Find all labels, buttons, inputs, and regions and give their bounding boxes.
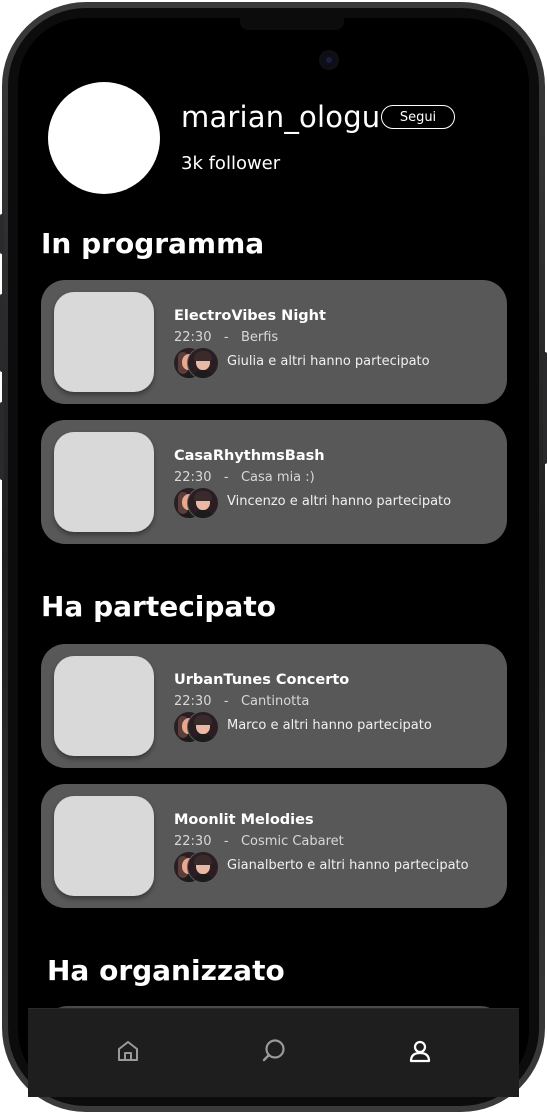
nav-profile-button[interactable] <box>400 1031 440 1071</box>
front-camera <box>321 52 337 68</box>
participant-avatar <box>188 712 218 742</box>
event-venue: Cosmic Cabaret <box>240 834 344 849</box>
event-title: CasaRhythmsBash <box>174 448 325 464</box>
event-card[interactable]: Moonlit Melodies 22:30 - Cosmic Cabaret … <box>41 784 507 908</box>
profile-avatar[interactable] <box>48 82 160 194</box>
event-venue: Cantinotta <box>240 694 310 709</box>
event-title: Moonlit Melodies <box>174 812 314 828</box>
event-card[interactable]: CasaRhythmsBash 22:30 - Casa mia :) Vinc… <box>41 420 507 544</box>
power-button <box>543 352 547 464</box>
participant-avatars <box>174 712 218 742</box>
event-time: 22:30 <box>174 694 212 709</box>
event-meta: 22:30 - Cosmic Cabaret <box>174 834 344 849</box>
event-venue: Berfis <box>240 330 279 345</box>
meta-separator: - <box>223 330 229 345</box>
event-thumbnail <box>54 432 154 532</box>
participant-avatars <box>174 488 218 518</box>
bottom-nav <box>28 1008 519 1097</box>
search-icon <box>262 1039 285 1062</box>
participant-avatar <box>188 488 218 518</box>
profile-icon <box>409 1040 431 1063</box>
event-card[interactable]: ElectroVibes Night 22:30 - Berfis Giulia… <box>41 280 507 404</box>
home-icon <box>118 1041 138 1061</box>
section-title-upcoming: In programma <box>41 227 265 260</box>
event-thumbnail <box>54 292 154 392</box>
participant-avatars <box>174 348 218 378</box>
event-thumbnail <box>54 796 154 896</box>
event-time: 22:30 <box>174 834 212 849</box>
event-participants: Marco e altri hanno partecipato <box>227 718 432 733</box>
meta-separator: - <box>223 470 229 485</box>
section-title-organized: Ha organizzato <box>47 954 285 987</box>
nav-home-button[interactable] <box>108 1031 148 1071</box>
mute-switch <box>0 214 4 254</box>
event-time: 22:30 <box>174 470 212 485</box>
event-meta: 22:30 - Cantinotta <box>174 694 309 709</box>
meta-separator: - <box>223 694 229 709</box>
participant-avatars <box>174 852 218 882</box>
event-participants: Vincenzo e altri hanno partecipato <box>227 494 452 509</box>
meta-separator: - <box>223 834 229 849</box>
participant-avatar <box>188 348 218 378</box>
event-meta: 22:30 - Berfis <box>174 330 278 345</box>
profile-username: marian_ologu <box>181 100 381 134</box>
event-card[interactable]: UrbanTunes Concerto 22:30 - Cantinotta M… <box>41 644 507 768</box>
event-participants: Giulia e altri hanno partecipato <box>227 354 430 369</box>
event-title: ElectroVibes Night <box>174 308 326 324</box>
follow-button[interactable]: Segui <box>381 105 455 129</box>
volume-down-button <box>0 402 4 480</box>
event-meta: 22:30 - Casa mia :) <box>174 470 315 485</box>
event-time: 22:30 <box>174 330 212 345</box>
nav-search-button[interactable] <box>254 1031 294 1071</box>
event-participants: Gianalberto e altri hanno partecipato <box>227 858 469 873</box>
top-notch <box>240 18 344 30</box>
volume-up-button <box>0 294 4 372</box>
event-title: UrbanTunes Concerto <box>174 672 350 688</box>
event-venue: Casa mia :) <box>240 470 315 485</box>
participant-avatar <box>188 852 218 882</box>
section-title-attended: Ha partecipato <box>41 590 276 623</box>
follower-count[interactable]: 3k follower <box>181 153 280 174</box>
event-thumbnail <box>54 656 154 756</box>
